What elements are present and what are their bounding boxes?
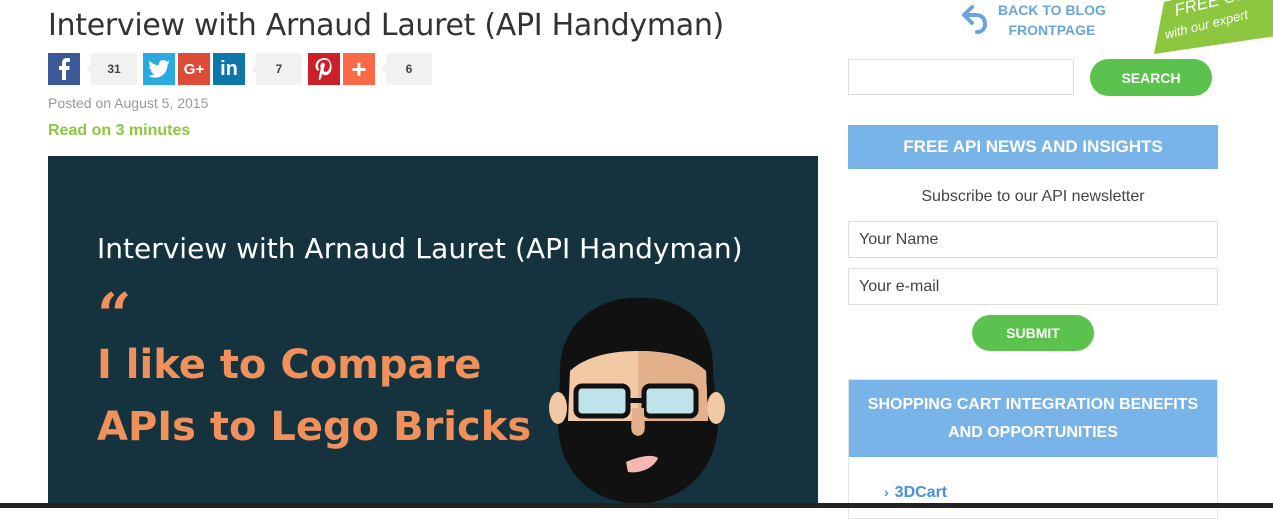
linkedin-icon: in xyxy=(220,57,238,80)
pinterest-icon xyxy=(315,58,332,80)
search-input[interactable] xyxy=(848,59,1074,95)
facebook-share-button[interactable] xyxy=(48,53,80,85)
facebook-icon xyxy=(59,58,70,80)
post-title: Interview with Arnaud Lauret (API Handym… xyxy=(48,8,724,43)
back-to-blog-link[interactable]: BACK TO BLOG FRONTPAGE xyxy=(962,0,1106,40)
plus-icon: + xyxy=(351,53,367,84)
name-field[interactable]: Your Name xyxy=(848,221,1218,258)
back-link-line1: BACK TO BLOG xyxy=(998,2,1106,18)
shopping-cart-widget: SHOPPING CART INTEGRATION BENEFITS AND O… xyxy=(848,379,1218,519)
addthis-share-button[interactable]: + xyxy=(343,53,375,85)
twitter-share-button[interactable] xyxy=(143,53,175,85)
free-call-banner[interactable]: FREE Call with our expert xyxy=(1150,0,1273,54)
email-field-placeholder: Your e-mail xyxy=(859,277,940,295)
cart-link-label: 3DCart xyxy=(894,484,948,501)
facebook-share-count: 31 xyxy=(86,53,137,85)
cart-heading-line2: AND OPPORTUNITIES xyxy=(948,424,1118,441)
post-date: Posted on August 5, 2015 xyxy=(48,95,209,111)
back-arrow-icon xyxy=(962,5,988,34)
hero-title: Interview with Arnaud Lauret (API Handym… xyxy=(97,232,743,265)
search-button[interactable]: SEARCH xyxy=(1090,59,1212,96)
submit-button[interactable]: SUBMIT xyxy=(972,315,1094,351)
hero-title-pre: Interview with xyxy=(97,232,305,265)
share-bar: 31 G+ in 7 + 6 xyxy=(48,53,438,85)
name-field-placeholder: Your Name xyxy=(859,230,939,248)
linkedin-share-button[interactable]: in xyxy=(213,53,245,85)
hero-title-name: Arnaud Lauret xyxy=(304,232,507,265)
cart-link-3dcart[interactable]: › 3DCart xyxy=(884,484,947,502)
googleplus-share-button[interactable]: G+ xyxy=(178,53,210,85)
newsletter-description: Subscribe to our API newsletter xyxy=(921,188,1145,205)
newsletter-heading: FREE API NEWS AND INSIGHTS xyxy=(848,125,1218,169)
window-bottom-edge xyxy=(0,503,1273,508)
hero-image: Interview with Arnaud Lauret (API Handym… xyxy=(48,156,818,508)
hero-quote-line1: I like to Compare xyxy=(97,342,482,388)
email-field[interactable]: Your e-mail xyxy=(848,268,1218,305)
read-time: Read on 3 minutes xyxy=(48,122,191,139)
twitter-icon xyxy=(148,60,170,78)
googleplus-icon: G+ xyxy=(183,60,205,78)
avatar-illustration xyxy=(549,297,725,504)
cart-heading-line1: SHOPPING CART INTEGRATION BENEFITS xyxy=(867,396,1199,413)
addthis-share-count: 6 xyxy=(381,53,432,85)
shopping-cart-heading: SHOPPING CART INTEGRATION BENEFITS AND O… xyxy=(849,380,1217,457)
back-link-line2: FRONTPAGE xyxy=(1008,22,1096,38)
linkedin-share-count: 7 xyxy=(251,53,302,85)
pinterest-share-button[interactable] xyxy=(308,53,340,85)
quote-mark-icon: “ xyxy=(97,281,132,351)
hero-quote-line2: APIs to Lego Bricks xyxy=(97,404,532,450)
chevron-right-icon: › xyxy=(884,484,889,500)
hero-title-post: (API Handyman) xyxy=(506,232,743,265)
